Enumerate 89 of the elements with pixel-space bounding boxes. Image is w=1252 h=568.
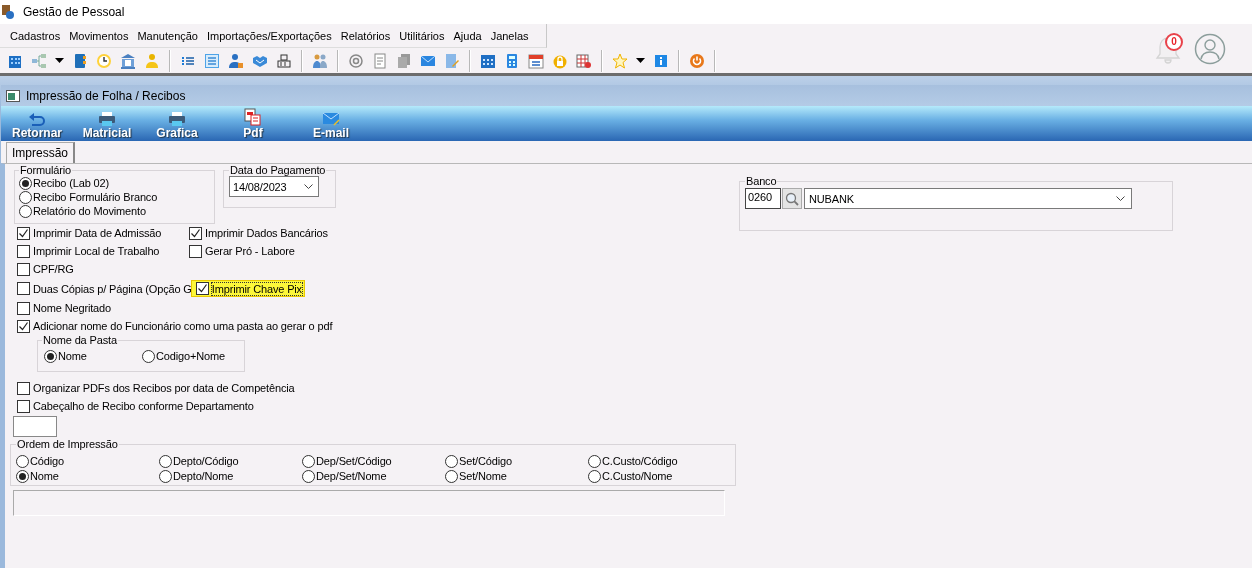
pdf-document-icon [244, 108, 262, 126]
printer-icon [98, 112, 116, 126]
radio-option[interactable]: Recibo (Lab 02) [19, 176, 210, 190]
tab[interactable]: Impressão [6, 142, 76, 163]
checkbox-option[interactable]: Adicionar nome do Funcionário como uma pasta ao gerar o pdf [17, 319, 333, 333]
caret-icon[interactable] [636, 58, 645, 63]
text-area[interactable] [13, 490, 725, 516]
checkmark-icon [196, 283, 208, 294]
people-icon[interactable] [312, 52, 328, 69]
action-button[interactable]: Retornar [11, 112, 63, 141]
checkbox-option[interactable]: Nome Negritado [17, 301, 187, 315]
document-icon[interactable] [372, 52, 388, 69]
caret-icon[interactable] [55, 58, 64, 63]
checkbox-option[interactable]: Organizar PDFs dos Recibos por data de Competência [17, 379, 295, 397]
checkbox-option[interactable]: Imprimir Dados Bancários [189, 226, 328, 240]
power-icon[interactable] [689, 52, 705, 69]
checkmark-icon [18, 227, 29, 239]
group-label: Banco [745, 175, 778, 187]
chevron-down-icon [1116, 196, 1125, 201]
checkbox-option[interactable]: Imprimir Chave Pix [190, 280, 305, 297]
radio-option[interactable]: C.Custo/Código [588, 454, 731, 468]
mail-icon [322, 112, 340, 126]
window-title: Gestão de Pessoal [23, 4, 125, 19]
menu-item[interactable]: Manutenção [137, 29, 202, 42]
radio-option[interactable]: Código [16, 454, 159, 468]
bank-code-field[interactable]: 0260 [745, 188, 781, 209]
radio-option[interactable]: Depto/Nome [159, 469, 302, 483]
menu-item[interactable]: Movimentos [69, 29, 133, 42]
action-button[interactable]: Matricial [76, 112, 138, 141]
menu-item[interactable]: Janelas [490, 29, 533, 42]
clock-icon[interactable] [96, 52, 112, 69]
radio-option[interactable]: Set/Nome [445, 469, 588, 483]
spreadsheet-icon[interactable] [576, 52, 592, 69]
user-avatar-icon[interactable] [1194, 32, 1226, 65]
radio-option[interactable]: Dep/Set/Código [302, 454, 445, 468]
radio-option[interactable]: Nome [16, 469, 159, 483]
menu-item[interactable]: Cadastros [10, 29, 65, 42]
calendar-icon[interactable] [480, 52, 496, 69]
radio-option[interactable]: Relatório do Movimento [19, 204, 210, 218]
search-button[interactable] [782, 188, 802, 209]
checkmark-icon [18, 320, 29, 332]
date-picker[interactable]: 14/08/2023 [229, 176, 319, 197]
action-button[interactable]: Grafica [154, 112, 200, 141]
checkbox-option[interactable]: Duas Cópias p/ Página (Opção G [17, 282, 192, 295]
printer-icon [168, 112, 186, 126]
group-label: Formulário [19, 164, 73, 176]
search-icon [785, 191, 799, 206]
copy-icon[interactable] [396, 52, 412, 69]
info-icon[interactable] [653, 52, 669, 69]
window-icon [6, 89, 20, 102]
register-icon[interactable] [276, 52, 292, 69]
checkbox-option[interactable]: Gerar Pró - Labore [189, 244, 295, 258]
book-icon[interactable] [72, 52, 88, 69]
menu-item[interactable]: Relatórios [340, 29, 395, 42]
group-label: Ordem de Impressão [16, 438, 119, 450]
notification-badge: 0 [1165, 32, 1183, 51]
star-icon[interactable] [612, 52, 628, 69]
radio-option[interactable]: C.Custo/Nome [588, 469, 731, 483]
child-window-title: Impressão de Folha / Recibos [26, 88, 186, 103]
chevron-down-icon [304, 184, 313, 189]
edit-document-icon[interactable] [444, 52, 460, 69]
checkbox-option[interactable]: Cabeçalho de Recibo conforme Departamento [17, 397, 254, 415]
radio-option[interactable]: Codigo+Nome [142, 349, 240, 363]
checkbox-option[interactable]: CPF/RG [17, 262, 187, 276]
group-label: Data do Pagamento [229, 164, 327, 176]
bank-dropdown[interactable]: NUBANK [804, 188, 1132, 209]
checkmark-icon [190, 227, 201, 239]
form-icon[interactable] [204, 52, 220, 69]
radio-option[interactable]: Set/Código [445, 454, 588, 468]
group-label: Nome da Pasta [42, 334, 118, 346]
input-field[interactable] [13, 416, 57, 437]
menu-item[interactable]: Importações/Exportações [207, 29, 336, 42]
checkbox-option[interactable]: Imprimir Local de Trabalho [17, 244, 187, 258]
radio-option[interactable]: Recibo Formulário Branco [19, 190, 210, 204]
network-icon[interactable] [31, 52, 47, 69]
action-button[interactable]: Pdf [233, 108, 273, 141]
worker-icon[interactable] [228, 52, 244, 69]
return-arrow-icon [28, 112, 46, 126]
menu-item[interactable]: Utilitários [399, 29, 449, 42]
radio-option[interactable]: Depto/Código [159, 454, 302, 468]
checkbox-option[interactable]: Imprimir Data de Admissão [17, 226, 187, 240]
app-icon [1, 3, 15, 20]
bank-icon[interactable] [120, 52, 136, 69]
calculator-icon[interactable] [504, 52, 520, 69]
radio-option[interactable]: Dep/Set/Nome [302, 469, 445, 483]
calendar-icon[interactable] [528, 52, 544, 69]
radio-option[interactable]: Nome [44, 349, 142, 363]
menu-item[interactable]: Ajuda [453, 29, 486, 42]
action-button[interactable]: E-mail [307, 112, 355, 141]
